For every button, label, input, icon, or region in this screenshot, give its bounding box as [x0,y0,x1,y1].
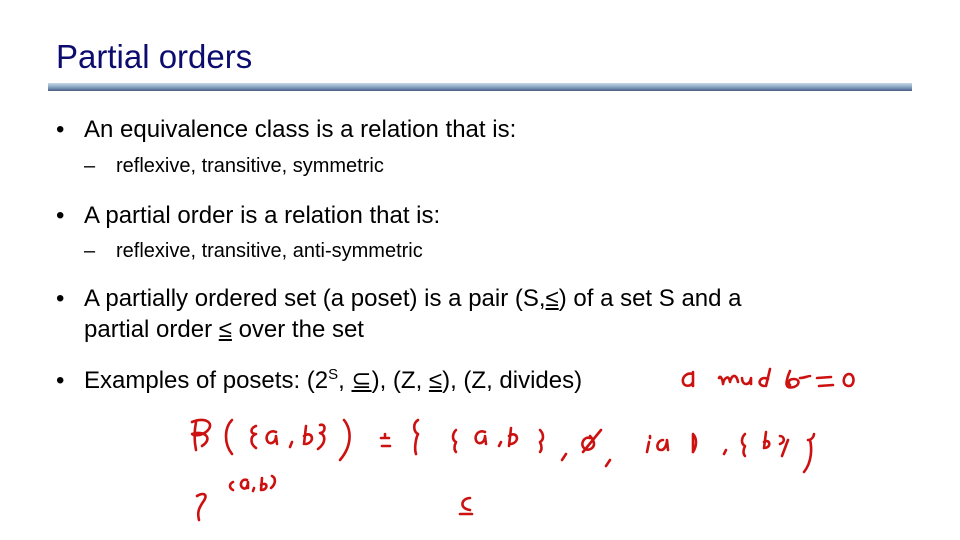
ink-mod-note [681,367,855,389]
ink-two-power-set [195,474,277,522]
ink-subset-symbol [458,496,474,516]
handwritten-annotations [190,367,855,522]
ink-powerset-line [190,418,816,474]
